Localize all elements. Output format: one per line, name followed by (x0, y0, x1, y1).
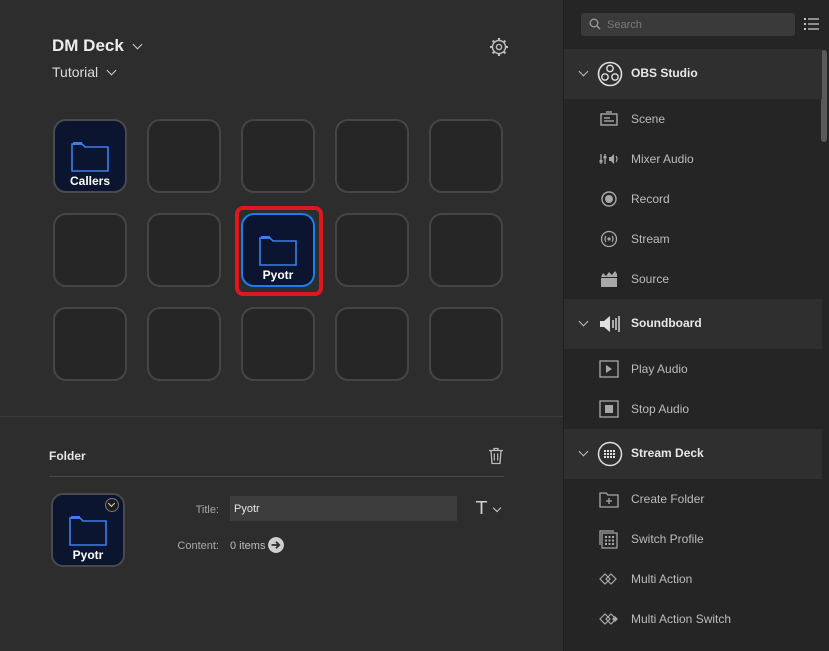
key-empty[interactable] (147, 119, 221, 193)
action-label: Multi Action (631, 572, 693, 586)
action-label: Create Folder (631, 492, 705, 506)
action-label: Switch Profile (631, 532, 704, 546)
category-obs-studio[interactable]: OBS Studio (564, 49, 822, 99)
key-callers-folder[interactable]: Callers (53, 119, 127, 193)
action-record[interactable]: Record (564, 179, 822, 219)
title-label: Title: (195, 504, 219, 516)
list-view-icon[interactable] (804, 17, 819, 31)
gear-icon[interactable] (489, 37, 509, 57)
chevron-down-icon (578, 446, 589, 457)
stream-icon (600, 230, 618, 248)
multi-action-switch-icon (599, 613, 618, 625)
scene-icon (600, 111, 618, 126)
editor-area: DM Deck Tutorial Callers Pyotr Folder Py… (0, 0, 563, 651)
mixer-audio-icon (599, 154, 618, 164)
device-name: DM Deck (52, 36, 124, 55)
key-empty[interactable] (429, 119, 503, 193)
key-empty[interactable] (241, 307, 315, 381)
category-label: Soundboard (631, 316, 702, 330)
chevron-down-icon (578, 66, 589, 77)
key-canvas: DM Deck Tutorial Callers Pyotr (0, 0, 563, 417)
image-menu-button[interactable] (105, 498, 119, 512)
search-icon (589, 18, 601, 30)
key-label: Callers (69, 174, 111, 188)
action-label: Mixer Audio (631, 152, 694, 166)
action-mixer-audio[interactable]: Mixer Audio (564, 139, 822, 179)
search-box[interactable] (581, 13, 795, 36)
title-field[interactable] (230, 496, 457, 521)
source-icon (601, 271, 617, 287)
folder-icon (71, 142, 109, 172)
trash-icon[interactable] (488, 447, 504, 465)
key-empty[interactable] (147, 307, 221, 381)
action-switch-profile[interactable]: Switch Profile (564, 519, 822, 559)
key-empty[interactable] (335, 119, 409, 193)
category-soundboard[interactable]: Soundboard (564, 299, 822, 349)
switch-profile-icon (599, 530, 618, 549)
speaker-icon (600, 316, 620, 332)
stream-deck-icon (597, 441, 623, 467)
action-multi-action[interactable]: Multi Action (564, 559, 822, 599)
actions-panel: OBS Studio Scene Mixer Audio Record (563, 0, 829, 651)
create-folder-icon (599, 492, 619, 508)
key-empty[interactable] (429, 213, 503, 287)
content-value: 0 items (230, 540, 266, 552)
action-label: Stream (631, 232, 670, 246)
inspector-heading: Folder (49, 449, 86, 463)
multi-action-icon (599, 573, 617, 585)
chevron-down-icon[interactable] (492, 503, 502, 513)
key-label: Pyotr (262, 268, 294, 282)
action-label: Multi Action Switch (631, 612, 732, 626)
action-label: Stop Audio (631, 402, 690, 416)
arrow-right-icon[interactable] (268, 537, 284, 553)
text-format-icon[interactable]: T (476, 498, 487, 519)
category-label: Stream Deck (631, 446, 704, 460)
folder-icon (259, 236, 297, 266)
action-multi-action-switch[interactable]: Multi Action Switch (564, 599, 822, 639)
category-label: OBS Studio (631, 66, 698, 80)
key-empty[interactable] (147, 213, 221, 287)
key-empty[interactable] (335, 307, 409, 381)
content-label: Content: (177, 540, 219, 552)
profile-name: Tutorial (52, 64, 99, 80)
action-stop-audio[interactable]: Stop Audio (564, 389, 822, 429)
stop-audio-icon (599, 400, 619, 418)
profile-selector[interactable]: Tutorial (52, 64, 117, 80)
action-label: Play Audio (631, 362, 688, 376)
action-source[interactable]: Source (564, 259, 822, 299)
action-label: Source (631, 272, 670, 286)
action-label: Scene (631, 112, 666, 126)
key-empty[interactable] (429, 307, 503, 381)
action-label: Record (631, 192, 670, 206)
folder-icon (69, 516, 107, 546)
divider (49, 476, 504, 477)
key-empty[interactable] (53, 307, 127, 381)
key-empty[interactable] (335, 213, 409, 287)
chevron-down-icon (106, 65, 117, 76)
key-empty[interactable] (53, 213, 127, 287)
chevron-down-icon (578, 316, 589, 327)
search-input[interactable] (607, 16, 787, 33)
key-pyotr-folder[interactable]: Pyotr (241, 213, 315, 287)
category-stream-deck[interactable]: Stream Deck (564, 429, 822, 479)
key-empty[interactable] (241, 119, 315, 193)
preview-label: Pyotr (72, 548, 104, 562)
obs-icon (597, 61, 623, 87)
action-scene[interactable]: Scene (564, 99, 822, 139)
play-audio-icon (599, 360, 619, 378)
property-inspector: Folder Pyotr Title: T Content: 0 items (0, 418, 563, 651)
action-stream[interactable]: Stream (564, 219, 822, 259)
chevron-down-icon (132, 39, 143, 50)
action-play-audio[interactable]: Play Audio (564, 349, 822, 389)
record-icon (601, 191, 617, 207)
action-create-folder[interactable]: Create Folder (564, 479, 822, 519)
device-selector[interactable]: DM Deck (52, 36, 143, 56)
